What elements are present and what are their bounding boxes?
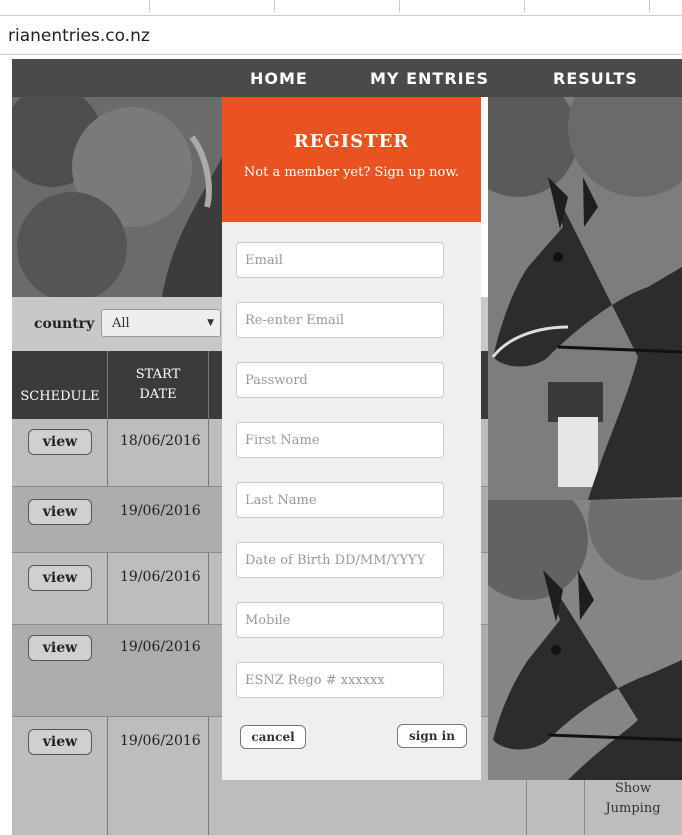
password-field[interactable]	[236, 362, 444, 398]
email-field[interactable]	[236, 242, 444, 278]
browser-tab-strip	[0, 0, 682, 16]
cancel-button[interactable]: cancel	[240, 725, 306, 749]
background-photo-left	[2, 87, 222, 302]
browser-tab[interactable]	[280, 0, 400, 12]
header-start-date-line2: DATE	[139, 387, 177, 402]
country-label: country	[34, 316, 95, 332]
browser-tab[interactable]	[155, 0, 275, 12]
view-button[interactable]: view	[28, 429, 92, 455]
main-nav: HOME MY ENTRIES RESULTS	[12, 59, 682, 97]
horse-photo-top	[488, 97, 682, 500]
sign-in-button[interactable]: sign in	[397, 724, 467, 748]
mobile-field[interactable]	[236, 602, 444, 638]
register-modal: REGISTER Not a member yet? Sign up now. …	[222, 97, 481, 780]
first-name-field[interactable]	[236, 422, 444, 458]
date-of-birth-field[interactable]	[236, 542, 444, 578]
chevron-down-icon: ▼	[207, 318, 214, 328]
esnz-rego-field[interactable]	[236, 662, 444, 698]
row-date: 19/06/2016	[120, 733, 201, 749]
last-name-field[interactable]	[236, 482, 444, 518]
view-button[interactable]: view	[28, 499, 92, 525]
reenter-email-field[interactable]	[236, 302, 444, 338]
register-subtitle: Not a member yet? Sign up now.	[243, 165, 460, 180]
url-text[interactable]: rianentries.co.nz	[8, 26, 150, 46]
nav-results[interactable]: RESULTS	[553, 69, 638, 88]
browser-tab[interactable]	[530, 0, 650, 12]
view-button[interactable]: view	[28, 635, 92, 661]
row-date: 19/06/2016	[120, 639, 201, 655]
row-discipline: Show Jumping	[584, 779, 682, 819]
nav-my-entries[interactable]: MY ENTRIES	[370, 69, 489, 88]
row-date: 18/06/2016	[120, 433, 201, 449]
view-button[interactable]: view	[28, 729, 92, 755]
row-date: 19/06/2016	[120, 503, 201, 519]
view-button[interactable]: view	[28, 565, 92, 591]
browser-tab[interactable]	[405, 0, 525, 12]
nav-home[interactable]: HOME	[250, 69, 308, 88]
register-header: REGISTER Not a member yet? Sign up now.	[222, 97, 481, 222]
row-date: 19/06/2016	[120, 569, 201, 585]
country-select[interactable]: All ▼	[101, 309, 221, 337]
header-start-date: START DATE	[112, 365, 204, 405]
address-bar[interactable]: rianentries.co.nz	[0, 17, 682, 55]
header-schedule: SCHEDULE	[20, 389, 100, 404]
row-discipline-line1: Show	[614, 781, 652, 796]
country-select-value: All	[112, 316, 130, 331]
row-discipline-line2: Jumping	[605, 801, 661, 816]
browser-tab[interactable]	[30, 0, 150, 12]
register-title: REGISTER	[293, 131, 410, 152]
horse-photo-bottom	[488, 500, 682, 780]
header-start-date-line1: START	[135, 367, 181, 382]
